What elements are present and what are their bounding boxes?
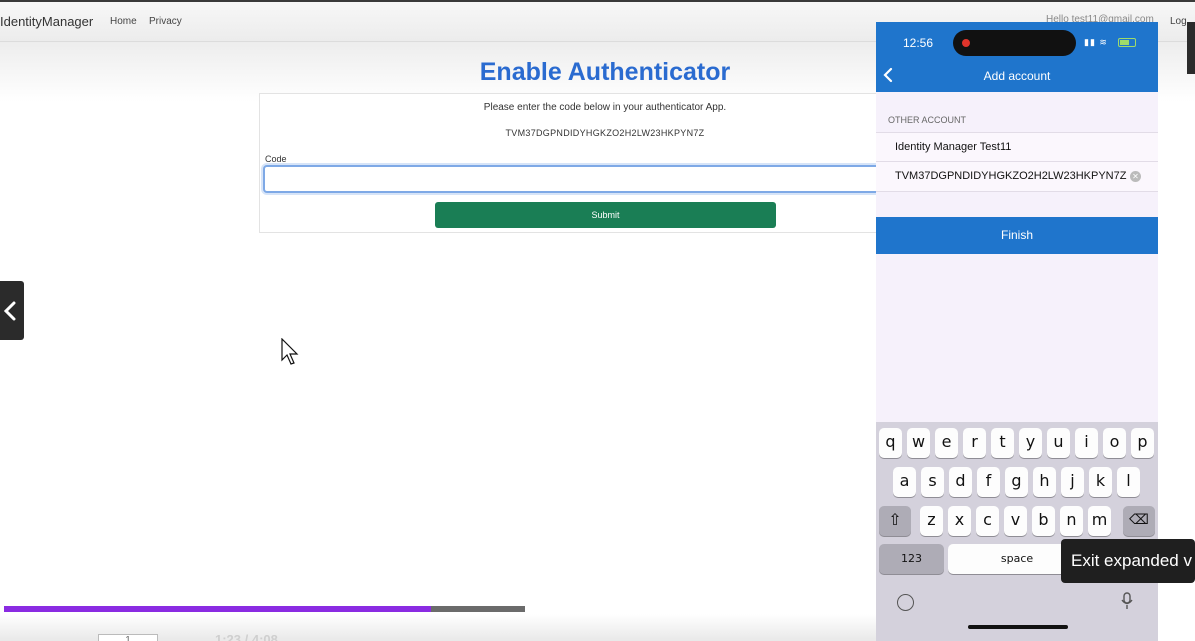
key-w[interactable]: w (907, 428, 930, 458)
nav-privacy-link[interactable]: Privacy (149, 16, 182, 27)
key-f[interactable]: f (977, 467, 1000, 497)
key-t[interactable]: t (991, 428, 1014, 458)
key-r[interactable]: r (963, 428, 986, 458)
key-d[interactable]: d (949, 467, 972, 497)
video-progress-track[interactable] (4, 606, 525, 612)
submit-button[interactable]: Submit (435, 202, 776, 228)
key-g[interactable]: g (1005, 467, 1028, 497)
chevron-left-icon (3, 301, 16, 321)
secret-key-text: TVM37DGPNDIDYHGKZO2H2LW23HKPYN7Z (505, 128, 705, 138)
key-c[interactable]: c (976, 506, 999, 536)
authenticator-card: Please enter the code below in your auth… (259, 93, 949, 233)
backspace-icon[interactable]: ⌫ (1123, 506, 1155, 536)
page-title: Enable Authenticator (479, 58, 731, 86)
key-v[interactable]: v (1004, 506, 1027, 536)
key-b[interactable]: b (1032, 506, 1055, 536)
phone-time: 12:56 (903, 36, 934, 50)
account-name-value: Identity Manager Test11 (895, 141, 1012, 153)
key-i[interactable]: i (1075, 428, 1098, 458)
key-o[interactable]: o (1103, 428, 1126, 458)
code-label: Code (265, 154, 287, 164)
battery-icon (1118, 38, 1136, 47)
key-p[interactable]: p (1131, 428, 1154, 458)
numbers-key[interactable]: 123 (879, 544, 944, 574)
account-name-field[interactable]: Identity Manager Test11 (876, 132, 1158, 162)
video-progress-fill (4, 606, 432, 612)
key-j[interactable]: j (1061, 467, 1084, 497)
key-m[interactable]: m (1088, 506, 1111, 536)
emoji-icon[interactable] (897, 594, 914, 611)
key-l[interactable]: l (1117, 467, 1140, 497)
home-indicator (968, 625, 1068, 629)
dynamic-island (953, 30, 1076, 56)
key-n[interactable]: n (1060, 506, 1083, 536)
record-dot-icon (962, 39, 970, 47)
key-q[interactable]: q (879, 428, 902, 458)
brand-link[interactable]: IdentityManager (0, 14, 93, 29)
key-a[interactable]: a (893, 467, 916, 497)
key-z[interactable]: z (920, 506, 943, 536)
screen: IdentityManager Home Privacy Hello test1… (0, 0, 1195, 641)
right-edge-tab[interactable] (1187, 22, 1195, 74)
shift-icon[interactable]: ⇧ (879, 506, 911, 536)
signal-wifi-icon: ▮▮ ≋ (1084, 37, 1108, 47)
phone-header: 12:56 ▮▮ ≋ Add account (876, 22, 1158, 92)
key-h[interactable]: h (1033, 467, 1056, 497)
key-y[interactable]: y (1019, 428, 1042, 458)
finish-button[interactable]: Finish (876, 217, 1158, 254)
secret-key-field[interactable]: TVM37DGPNDIDYHGKZO2H2LW23HKPYN7Z ✕ (876, 162, 1158, 192)
video-page-input[interactable]: 1 (98, 634, 158, 641)
key-s[interactable]: s (921, 467, 944, 497)
code-input[interactable] (263, 165, 903, 193)
secret-key-value: TVM37DGPNDIDYHGKZO2H2LW23HKPYN7Z (895, 170, 1127, 182)
phone-title: Add account (983, 69, 1051, 83)
nav-home-link[interactable]: Home (110, 16, 137, 27)
key-k[interactable]: k (1089, 467, 1112, 497)
instructions-text: Please enter the code below in your auth… (483, 102, 727, 113)
exit-expanded-tooltip: Exit expanded v (1061, 539, 1195, 583)
mic-icon[interactable] (1121, 592, 1133, 610)
nav-logout-link[interactable]: Log (1170, 16, 1187, 27)
key-x[interactable]: x (948, 506, 971, 536)
key-e[interactable]: e (935, 428, 958, 458)
cursor-icon (281, 338, 299, 365)
clear-icon[interactable]: ✕ (1130, 171, 1141, 182)
section-label: OTHER ACCOUNT (888, 115, 967, 125)
key-u[interactable]: u (1047, 428, 1070, 458)
previous-slide-button[interactable] (0, 281, 24, 340)
video-time-display: 1:23 / 4:08 (215, 632, 278, 641)
ios-keyboard: qwertyuiop asdfghjkl zxcvbnm ⇧ ⌫ 123 spa… (876, 422, 1158, 641)
